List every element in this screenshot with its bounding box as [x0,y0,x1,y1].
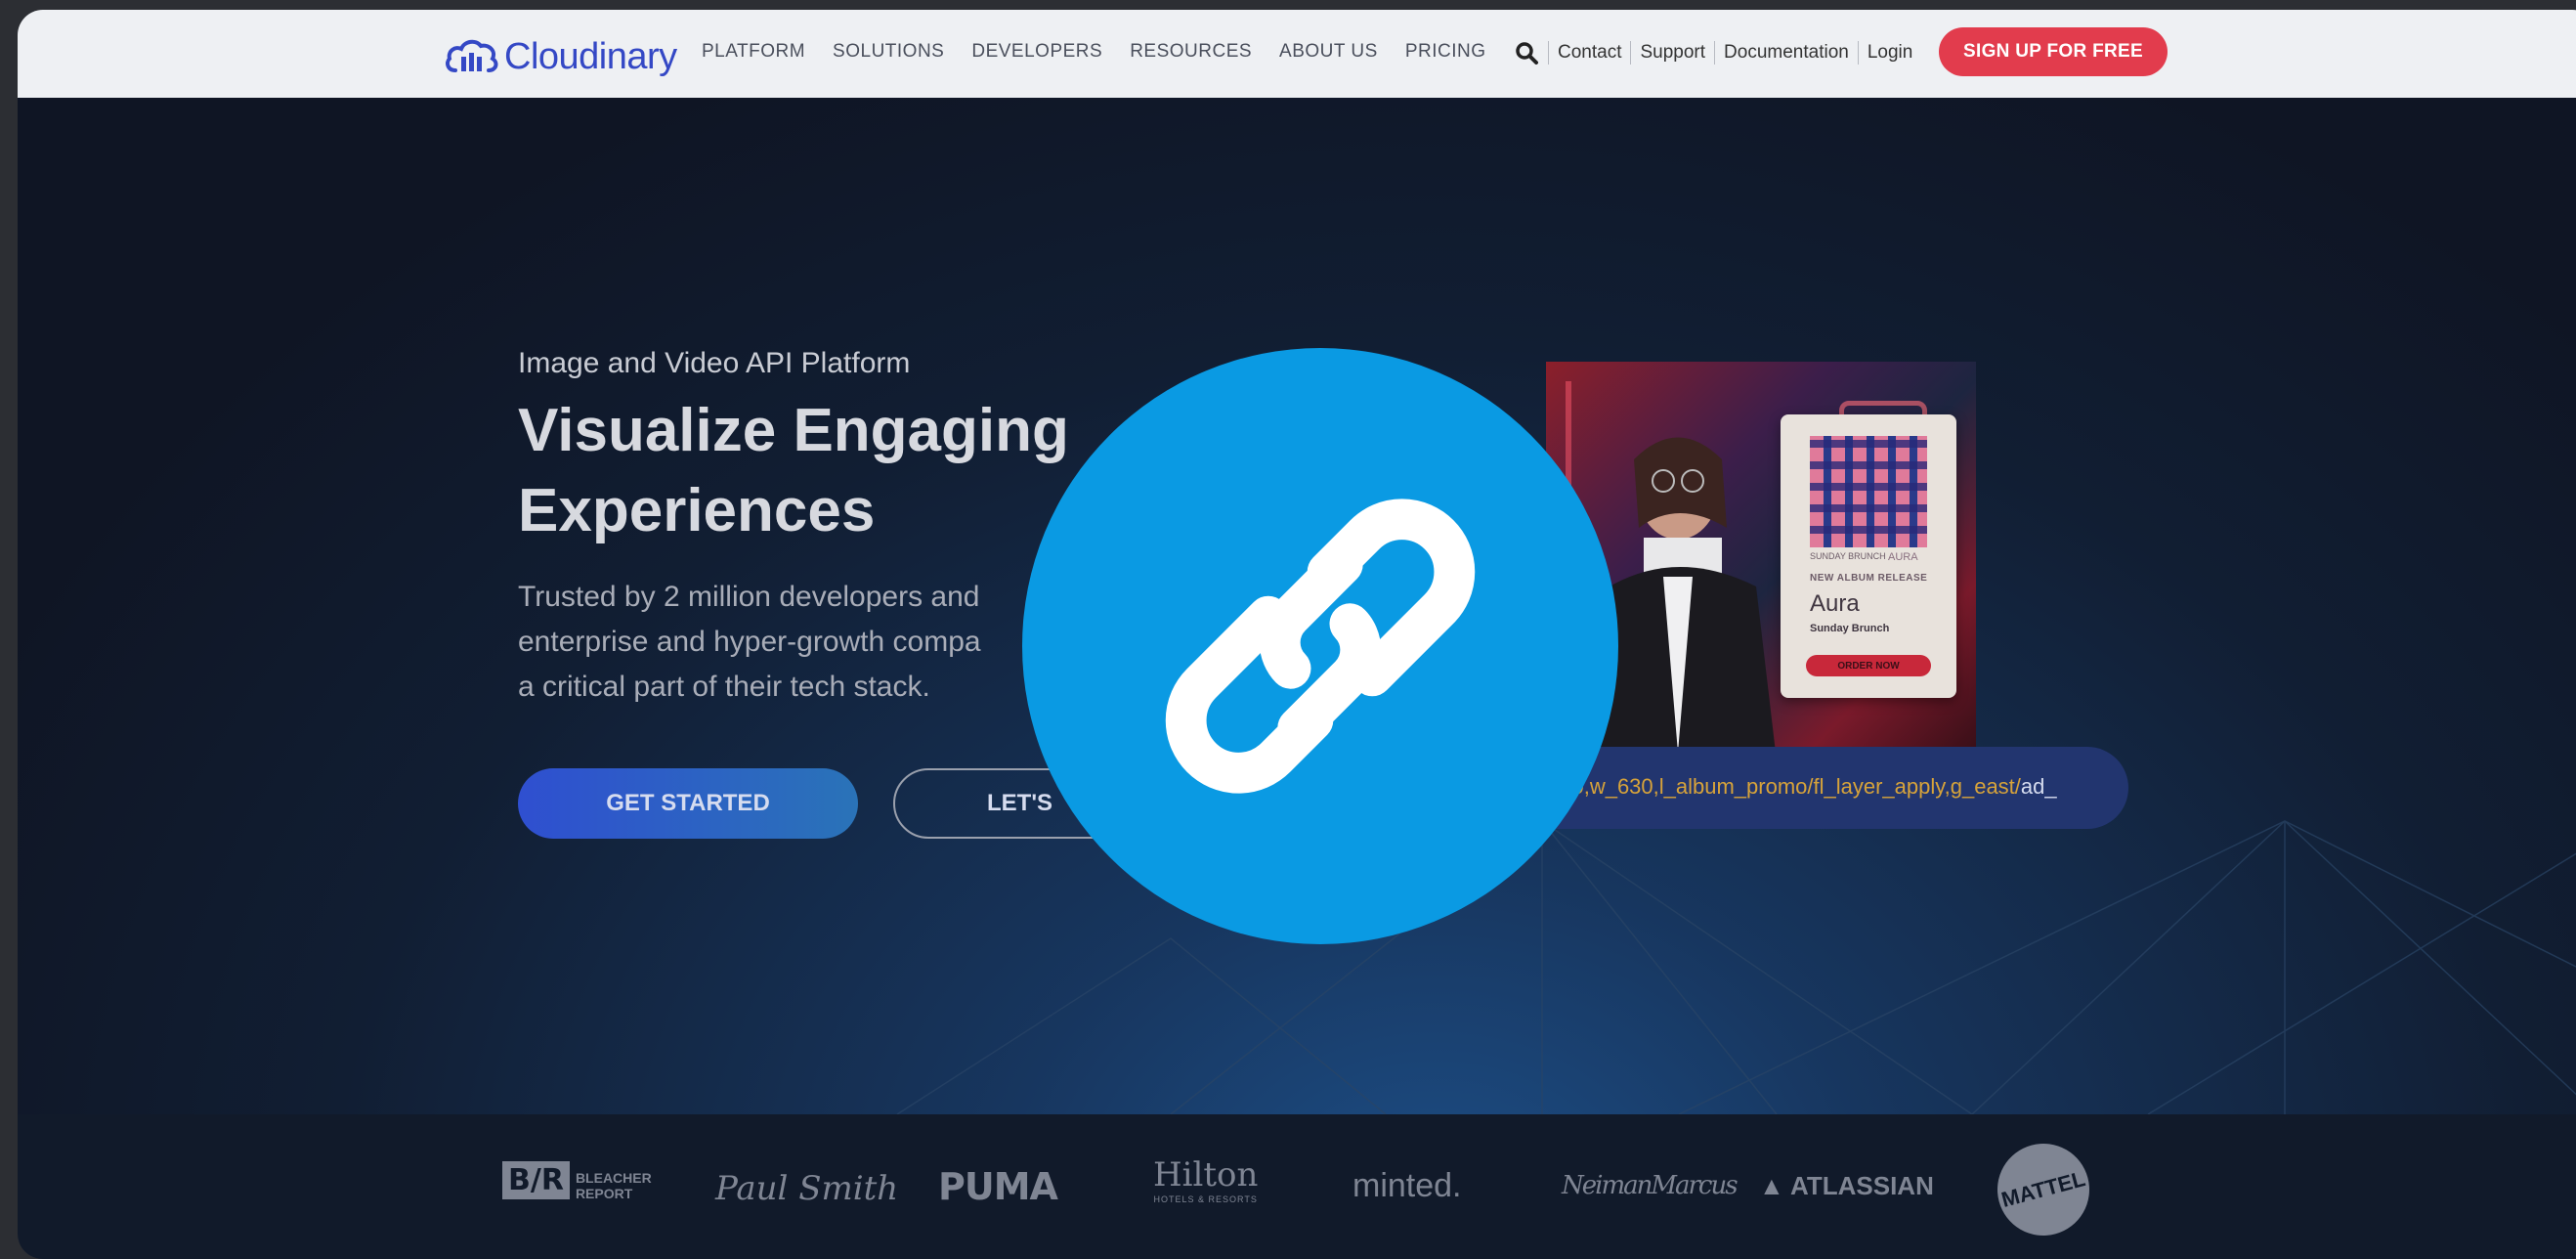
support-link[interactable]: Support [1630,41,1714,65]
contact-link[interactable]: Contact [1548,41,1630,65]
hero-eyebrow: Image and Video API Platform [518,347,911,379]
paul-smith-logo: Paul Smith [715,1169,899,1208]
nav-resources[interactable]: RESOURCES [1130,41,1252,63]
br-mark: B/R [502,1161,570,1199]
logo-text: Cloudinary [504,35,677,77]
mattel-logo: MATTEL [1987,1133,2100,1246]
bleacher-report-text: BLEACHER REPORT [575,1169,652,1201]
transformation-url: 530,w_630,l_album_promo/fl_layer_apply,g… [1548,774,2057,800]
browser-frame: Cloudinary PLATFORM SOLUTIONS DEVELOPERS… [18,10,2576,1259]
hilton-text: Hilton [1153,1155,1259,1194]
atlassian-text: ATLASSIAN [1790,1171,1934,1200]
cloud-logo-icon [446,39,498,72]
album-artist: Sunday Brunch [1810,623,1890,634]
album-label-left: SUNDAY BRUNCH [1810,551,1886,561]
order-now-button[interactable]: ORDER NOW [1806,655,1931,676]
neiman-marcus-logo: NeimanMarcus [1562,1171,1739,1200]
release-label: NEW ALBUM RELEASE [1810,573,1928,584]
nav-solutions[interactable]: SOLUTIONS [833,41,944,63]
person-photo [1595,437,1776,747]
hero-title-line2: Experiences [518,477,876,544]
album-title: Aura [1810,590,1860,617]
atlassian-icon: ▲ [1759,1171,1790,1200]
customer-logos: B/R BLEACHER REPORT Paul Smith PUMA Hilto… [18,1114,2576,1259]
hero-title: Visualize Engaging Experiences [518,391,1069,551]
nav-developers[interactable]: DEVELOPERS [971,41,1102,63]
nav-platform[interactable]: PLATFORM [702,41,805,63]
puma-logo: PUMA [938,1165,1058,1208]
album-promo-card: SUNDAY BRUNCH AURA NEW ALBUM RELEASE Aur… [1781,414,1956,698]
link-icon [1165,499,1476,794]
cloudinary-logo[interactable]: Cloudinary [444,35,677,78]
atlassian-logo: ▲ ATLASSIAN [1759,1171,1934,1201]
hilton-subtext: HOTELS & RESORTS [1153,1194,1258,1204]
minted-logo: minted. [1352,1167,1462,1204]
hilton-logo: Hilton HOTELS & RESORTS [1153,1155,1258,1204]
url-highlight: 530,w_630,l_album_promo/fl_layer_apply,g… [1548,774,2021,799]
main-nav: PLATFORM SOLUTIONS DEVELOPERS RESOURCES … [702,41,1514,63]
site-header: Cloudinary PLATFORM SOLUTIONS DEVELOPERS… [18,10,2576,99]
album-label-right: AURA [1888,551,1918,563]
nav-pricing[interactable]: PRICING [1405,41,1486,63]
hero-title-line1: Visualize Engaging [518,397,1069,464]
login-link[interactable]: Login [1857,41,1922,65]
url-tail: ad_ [2020,774,2057,799]
utility-nav: Contact Support Documentation Login [1513,39,1921,66]
transformation-url-bar: 530,w_630,l_album_promo/fl_layer_apply,g… [1542,747,2128,829]
album-art [1810,436,1927,547]
search-icon[interactable] [1513,39,1540,66]
get-started-button[interactable]: GET STARTED [518,768,858,839]
nav-about-us[interactable]: ABOUT US [1279,41,1378,63]
signup-button[interactable]: SIGN UP FOR FREE [1939,27,2168,76]
bleacher-report-logo: B/R BLEACHER REPORT [502,1161,654,1201]
documentation-link[interactable]: Documentation [1714,41,1858,65]
link-overlay-button[interactable] [1022,348,1618,944]
